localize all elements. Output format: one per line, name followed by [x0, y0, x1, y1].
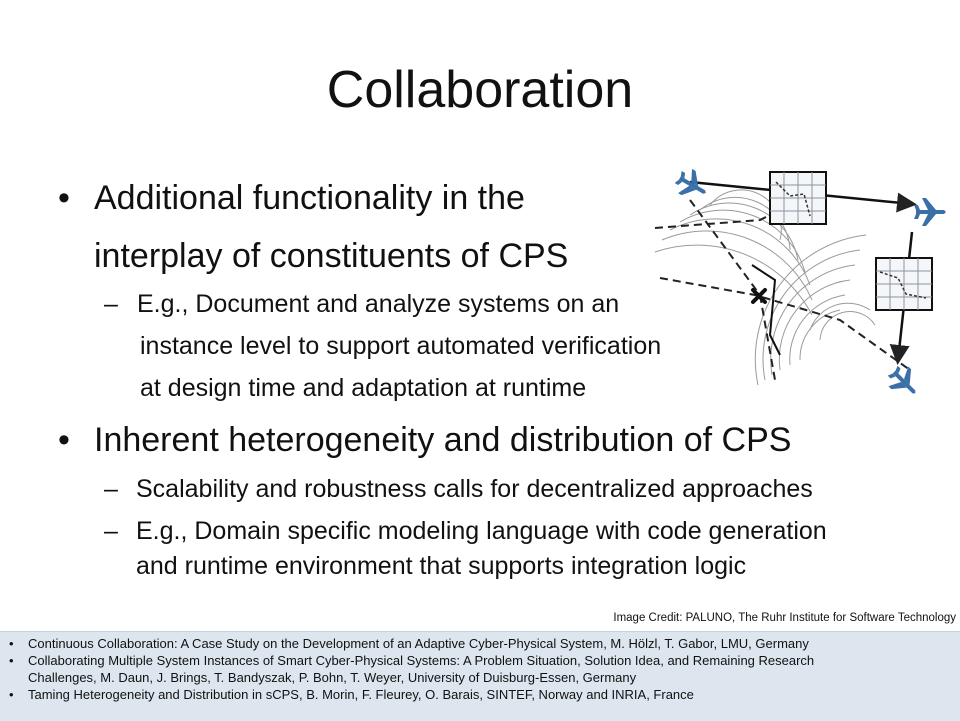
airplane-icon — [887, 365, 916, 394]
reference-line: Collaborating Multiple System Instances … — [28, 653, 815, 668]
collaboration-diagram — [654, 168, 946, 394]
subitem-2-2-line-1: E.g., Domain specific modeling language … — [136, 517, 827, 545]
map-tile-icon — [769, 171, 827, 225]
reference-item: • Taming Heterogeneity and Distribution … — [0, 686, 960, 703]
airplane-icon — [674, 168, 706, 196]
reference-item: • Continuous Collaboration: A Case Study… — [0, 635, 960, 652]
dash-marker: – — [104, 290, 118, 318]
reference-bullet: • — [9, 653, 14, 668]
dash-marker: – — [104, 517, 118, 545]
reference-item: • Collaborating Multiple System Instance… — [0, 652, 960, 686]
subitem-1-1-line-3: at design time and adaptation at runtime — [140, 374, 587, 402]
references-panel: • Continuous Collaboration: A Case Study… — [0, 631, 960, 721]
bullet-dot: • — [58, 421, 70, 459]
reference-bullet: • — [9, 636, 14, 651]
collision-x-icon — [751, 288, 767, 304]
image-credit: Image Credit: PALUNO, The Ruhr Institute… — [613, 612, 956, 624]
slide-title: Collaboration — [326, 61, 634, 119]
map-tile-icon — [875, 257, 933, 311]
subitem-1-1-line-2: instance level to support automated veri… — [140, 332, 662, 360]
bullet-2-text-1: Inherent heterogeneity and distribution … — [94, 421, 792, 459]
reference-line: Challenges, M. Daun, J. Brings, T. Bandy… — [28, 670, 637, 685]
reference-line: Taming Heterogeneity and Distribution in… — [28, 687, 694, 702]
subitem-2-1-line-1: Scalability and robustness calls for dec… — [136, 475, 813, 503]
bullet-dot: • — [58, 179, 70, 217]
dash-marker: – — [104, 475, 118, 503]
reference-bullet: • — [9, 687, 14, 702]
bullet-1-text-2: interplay of constituents of CPS — [94, 237, 569, 275]
reference-line: Continuous Collaboration: A Case Study o… — [28, 636, 809, 651]
subitem-2-2-line-2: and runtime environment that supports in… — [136, 552, 747, 580]
subitem-1-1-line-1: E.g., Document and analyze systems on an — [137, 290, 620, 318]
bullet-1-text-1: Additional functionality in the — [94, 179, 525, 217]
airplane-icon — [914, 198, 946, 226]
